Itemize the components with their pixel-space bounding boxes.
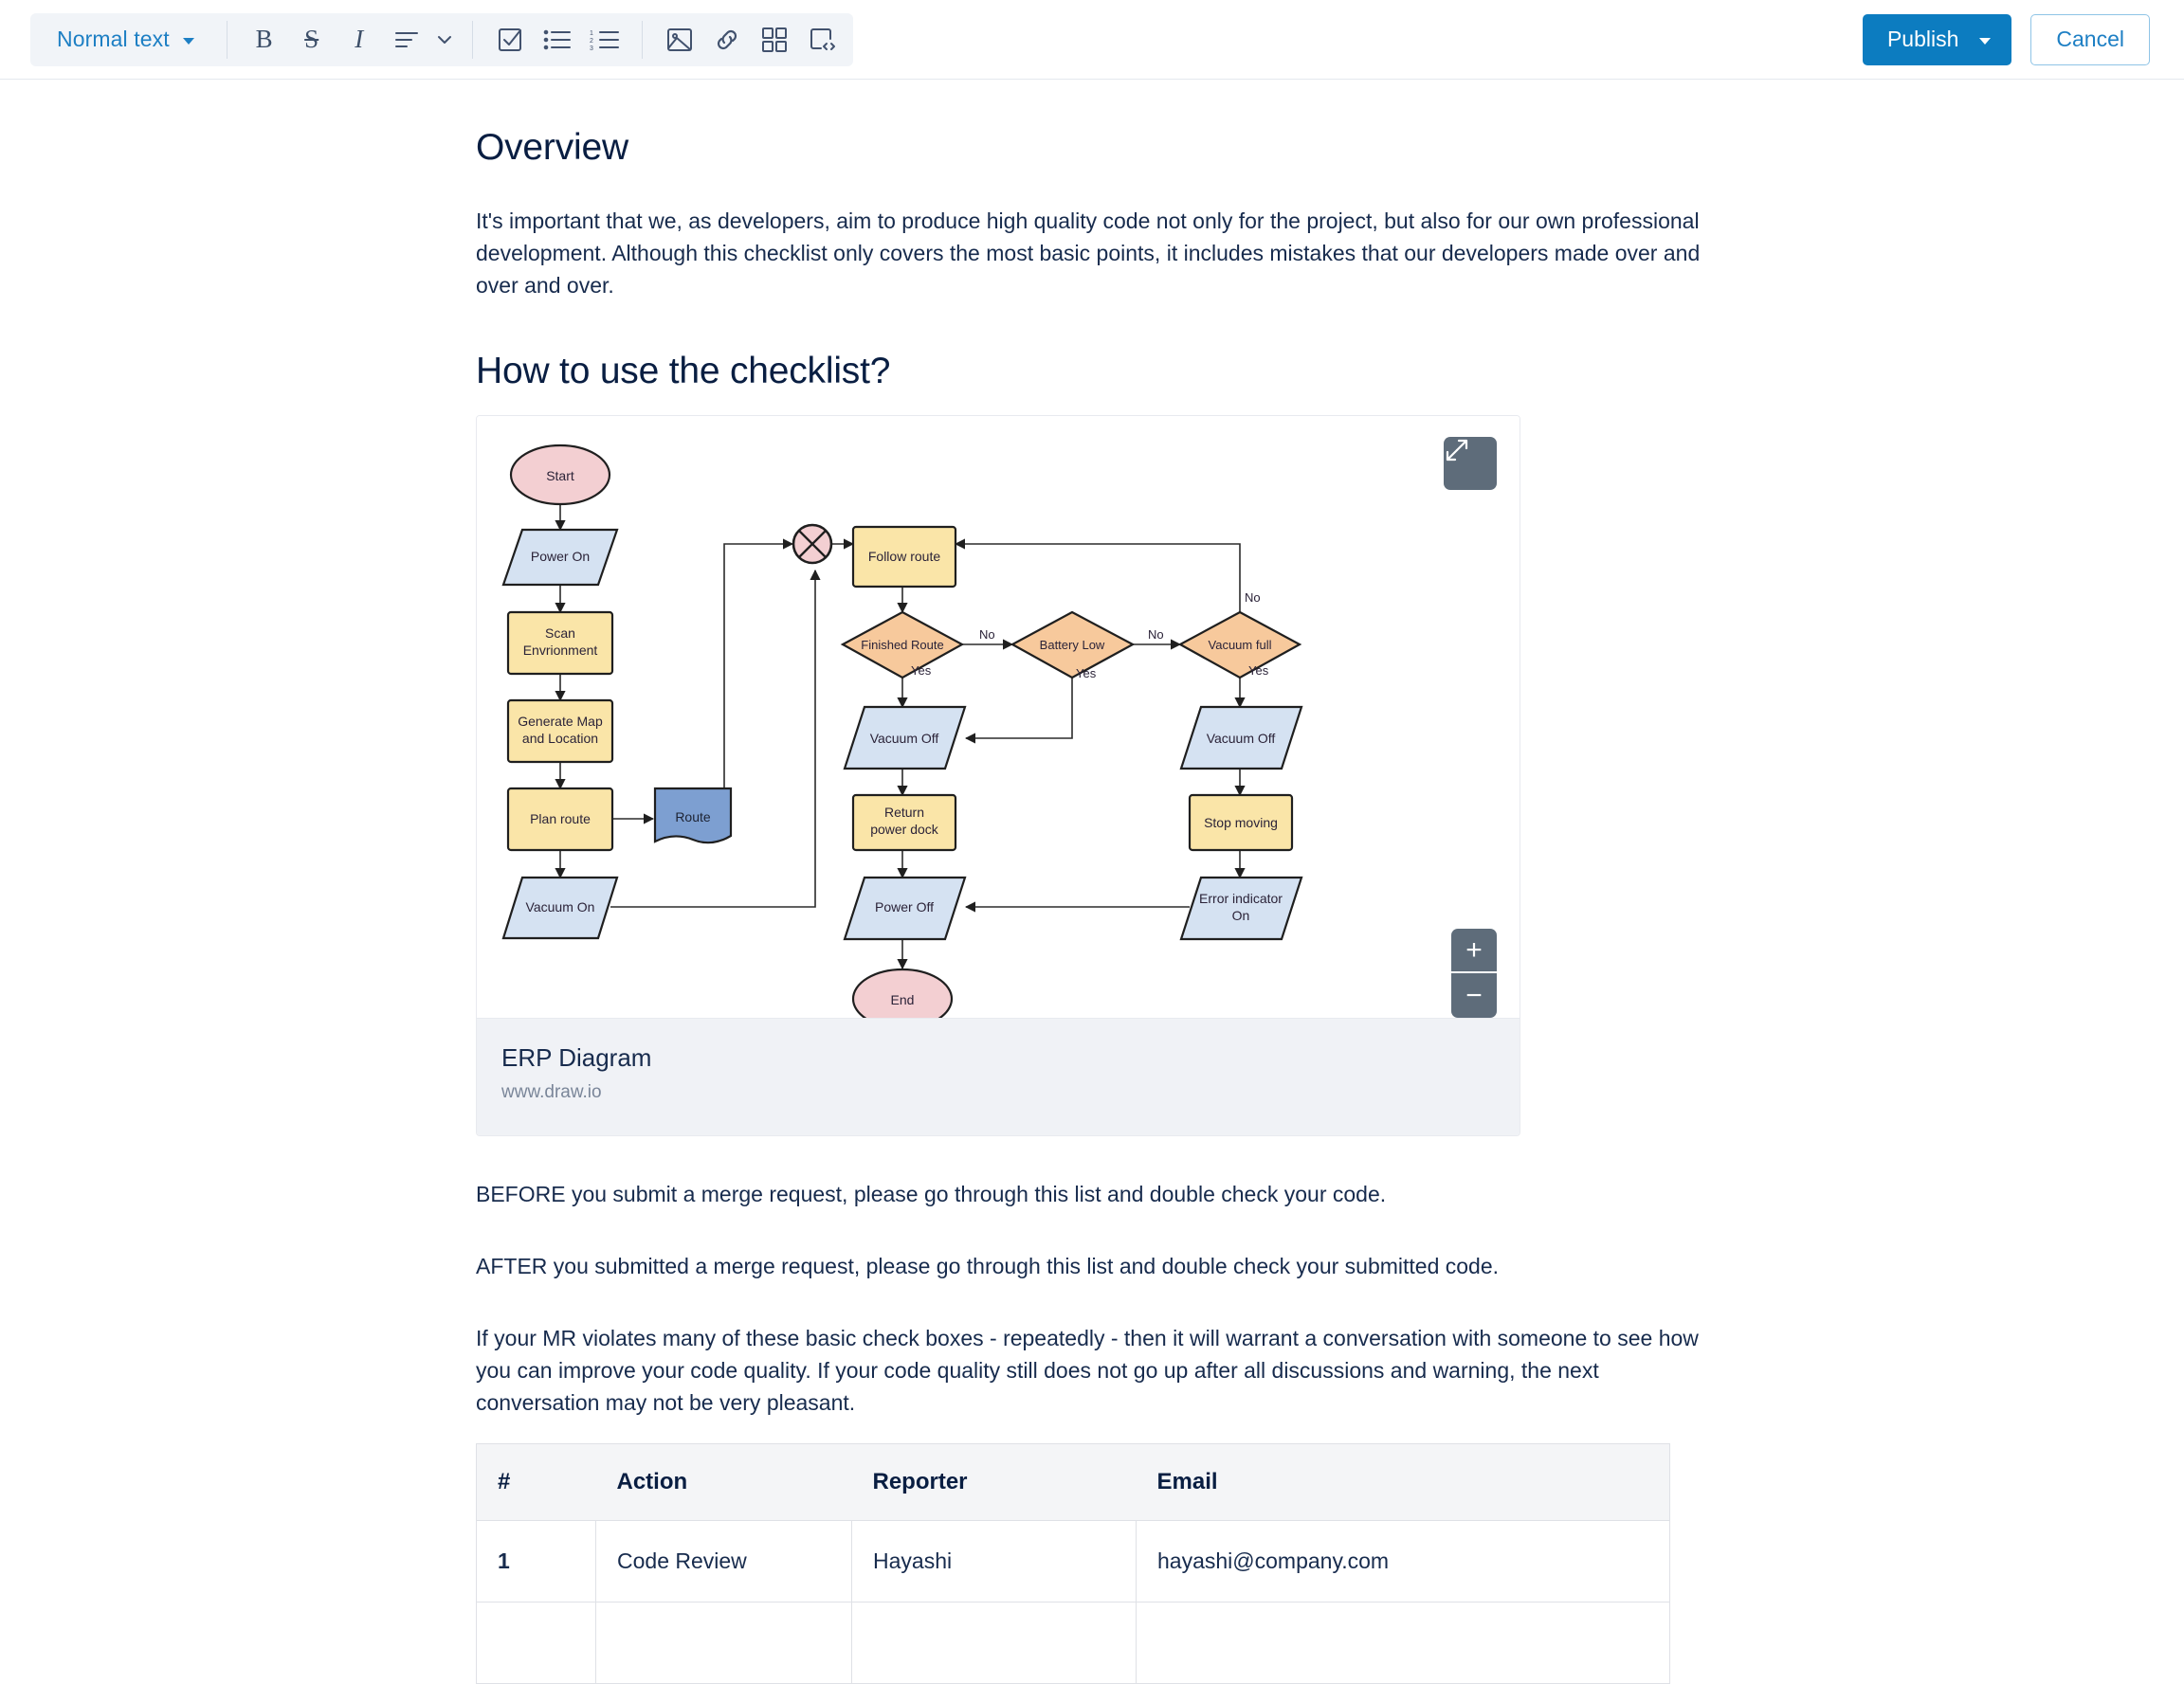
editor-toolbar: Normal text B S I 1 2 3 Publish Cancel	[0, 0, 2184, 80]
code-block-icon[interactable]	[798, 16, 846, 63]
toolbar-divider	[226, 20, 228, 59]
expand-icon[interactable]	[1444, 437, 1497, 490]
diagram-card[interactable]: Start Power On Scan Envrionment Generate…	[476, 415, 1520, 1136]
svg-text:1: 1	[590, 30, 593, 37]
svg-text:Envrionment: Envrionment	[523, 643, 598, 658]
svg-text:Scan: Scan	[545, 625, 575, 641]
flowchart-svg: Start Power On Scan Envrionment Generate…	[501, 444, 1303, 1018]
bold-button[interactable]: B	[241, 16, 288, 63]
cell-action[interactable]	[595, 1602, 852, 1684]
table-icon[interactable]	[751, 16, 798, 63]
align-chevron-down-icon[interactable]	[430, 16, 459, 63]
table-header-reporter: Reporter	[851, 1443, 1137, 1521]
cancel-button[interactable]: Cancel	[2030, 13, 2150, 65]
svg-text:Start: Start	[546, 468, 574, 483]
svg-text:Vacuum On: Vacuum On	[526, 899, 595, 914]
toolbar-divider-2	[471, 20, 473, 59]
svg-text:Power On: Power On	[531, 549, 590, 564]
table-header-row: # Action Reporter Email	[476, 1443, 1670, 1521]
toolbar-pill: Normal text B S I 1 2 3	[30, 12, 853, 66]
paragraph-before: BEFORE you submit a merge request, pleas…	[476, 1182, 1387, 1206]
table-header-number: #	[476, 1443, 596, 1521]
table-header-action: Action	[595, 1443, 852, 1521]
heading-how-to-use: How to use the checklist?	[476, 351, 891, 391]
toolbar-divider-3	[641, 20, 643, 59]
paragraph-overview: It's important that we, as developers, a…	[476, 208, 1701, 298]
diagram-caption: ERP Diagram www.draw.io	[477, 1018, 1520, 1135]
svg-text:Follow route: Follow route	[868, 549, 940, 564]
bullet-list-icon[interactable]	[534, 16, 581, 63]
edge-label-vacfull-no: No	[1245, 590, 1261, 605]
cell-number[interactable]: 1	[476, 1520, 596, 1603]
text-style-selector[interactable]: Normal text	[38, 19, 213, 61]
strikethrough-button[interactable]: S	[288, 16, 336, 63]
zoom-out-button[interactable]: −	[1451, 973, 1497, 1018]
align-left-icon[interactable]	[383, 16, 430, 63]
svg-text:power dock: power dock	[870, 822, 939, 837]
svg-text:Power Off: Power Off	[875, 899, 934, 914]
publish-label: Publish	[1886, 27, 1959, 51]
cell-reporter[interactable]	[851, 1602, 1137, 1684]
svg-text:Vacuum Off: Vacuum Off	[1207, 731, 1276, 746]
svg-text:Vacuum full: Vacuum full	[1209, 638, 1272, 652]
chevron-down-icon	[182, 37, 194, 45]
table-row[interactable]: 1 Code Review Hayashi hayashi@company.co…	[476, 1520, 1670, 1603]
edge-label-vacfull-yes: Yes	[1248, 663, 1269, 678]
numbered-list-icon[interactable]: 1 2 3	[581, 16, 628, 63]
toolbar-actions: Publish Cancel	[1862, 13, 2154, 65]
svg-text:Battery Low: Battery Low	[1040, 638, 1105, 652]
diagram-canvas[interactable]: Start Power On Scan Envrionment Generate…	[477, 416, 1520, 1018]
cell-email[interactable]: hayashi@company.com	[1136, 1520, 1670, 1603]
text-style-label: Normal text	[57, 27, 170, 51]
cell-number[interactable]	[476, 1602, 596, 1684]
svg-text:Error indicator: Error indicator	[1199, 891, 1283, 906]
paragraph-after: AFTER you submitted a merge request, ple…	[476, 1254, 1500, 1278]
table-row[interactable]	[476, 1602, 1670, 1684]
edge-label-battery-yes: Yes	[1076, 666, 1097, 680]
table-header-email: Email	[1136, 1443, 1670, 1521]
svg-text:3: 3	[590, 45, 593, 51]
italic-button[interactable]: I	[336, 16, 383, 63]
edge-label-finished-yes: Yes	[911, 663, 932, 678]
svg-text:Plan route: Plan route	[530, 811, 591, 826]
svg-text:On: On	[1232, 908, 1250, 923]
edge-label-finished-no: No	[979, 627, 995, 642]
zoom-in-button[interactable]: +	[1451, 929, 1497, 973]
link-icon[interactable]	[703, 16, 751, 63]
image-icon[interactable]	[656, 16, 703, 63]
edge-label-battery-no: No	[1148, 627, 1164, 642]
task-list-icon[interactable]	[486, 16, 534, 63]
document-body: Overview It's important that we, as deve…	[476, 80, 1708, 1684]
publish-button[interactable]: Publish	[1862, 13, 2012, 65]
svg-text:End: End	[891, 992, 915, 1007]
cell-email[interactable]	[1136, 1602, 1670, 1684]
svg-text:Route: Route	[675, 809, 711, 824]
publish-chevron-down-icon[interactable]	[1979, 37, 1992, 45]
diagram-caption-subtitle: www.draw.io	[501, 1082, 602, 1102]
svg-text:Vacuum Off: Vacuum Off	[870, 731, 939, 746]
svg-text:Return: Return	[884, 805, 924, 820]
svg-text:and Location: and Location	[522, 731, 598, 746]
svg-text:Finished Route: Finished Route	[861, 638, 943, 652]
checklist-table[interactable]: # Action Reporter Email 1 Code Review Ha…	[476, 1443, 1670, 1684]
diagram-caption-title: ERP Diagram	[501, 1043, 652, 1072]
zoom-controls[interactable]: + −	[1451, 929, 1497, 1018]
heading-overview: Overview	[476, 127, 628, 168]
svg-text:2: 2	[590, 38, 593, 45]
cell-action[interactable]: Code Review	[595, 1520, 852, 1603]
paragraph-violates: If your MR violates many of these basic …	[476, 1326, 1699, 1415]
svg-text:Stop moving: Stop moving	[1204, 815, 1278, 830]
svg-text:Generate Map: Generate Map	[518, 714, 603, 729]
cell-reporter[interactable]: Hayashi	[851, 1520, 1137, 1603]
